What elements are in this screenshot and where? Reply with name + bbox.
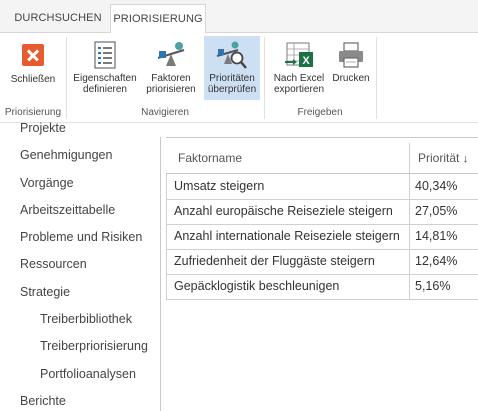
nav-item-arbeitszeittabelle[interactable]: Arbeitszeittabelle xyxy=(20,203,115,217)
nav-item-strategie[interactable]: Strategie xyxy=(20,285,70,299)
prioritize-factors-label-1: Faktoren xyxy=(151,73,191,84)
nav-item-vorgaenge[interactable]: Vorgänge xyxy=(20,176,74,190)
table-row[interactable]: Anzahl internationale Reiseziele steiger… xyxy=(166,224,478,249)
prioritize-factors-button[interactable]: Faktoren priorisieren xyxy=(140,36,202,100)
factor-name-cell: Anzahl europäische Reiseziele steigern xyxy=(174,204,393,218)
group-label-freigeben: Freigeben xyxy=(297,107,343,118)
close-button[interactable]: Schließen xyxy=(4,36,62,100)
factor-name-cell: Umsatz steigern xyxy=(174,179,265,193)
print-button[interactable]: Drucken xyxy=(330,36,372,100)
priority-cell: 14,81% xyxy=(415,229,458,243)
nav-item-projekte[interactable]: Projekte xyxy=(20,121,66,135)
table-row[interactable]: Gepäcklogistik beschleunigen 5,16% xyxy=(166,274,478,299)
priority-cell: 40,34% xyxy=(415,179,458,193)
table-row[interactable]: Anzahl europäische Reiseziele steigern 2… xyxy=(166,199,478,224)
header-separator xyxy=(409,143,410,173)
nav-item-treiberpriorisierung[interactable]: Treiberpriorisierung xyxy=(40,339,148,353)
group-label-priorisierung: Priorisierung xyxy=(4,107,62,118)
factor-name-cell: Zufriedenheit der Fluggäste steigern xyxy=(174,254,375,268)
print-label: Drucken xyxy=(332,73,370,84)
export-excel-button[interactable]: X Nach Excel exportieren xyxy=(268,36,330,100)
export-excel-label-2: exportieren xyxy=(273,84,325,95)
priority-cell: 27,05% xyxy=(415,204,458,218)
review-priorities-label-2: überprüfen xyxy=(207,84,257,95)
table-row[interactable]: Umsatz steigern 40,34% xyxy=(166,174,478,199)
define-properties-label-2: definieren xyxy=(83,84,127,95)
factor-name-cell: Gepäcklogistik beschleunigen xyxy=(174,279,340,293)
printer-icon xyxy=(335,40,367,70)
prioritize-factors-label-2: priorisieren xyxy=(146,84,196,95)
tab-durchsuchen[interactable]: DURCHSUCHEN xyxy=(9,4,107,33)
ribbon-tab-strip: DURCHSUCHEN PRIORISIERUNG xyxy=(0,0,478,34)
properties-icon xyxy=(89,40,121,70)
review-priorities-icon xyxy=(216,40,248,70)
nav-item-treiberbibliothek[interactable]: Treiberbibliothek xyxy=(40,312,132,326)
define-properties-button[interactable]: Eigenschaften definieren xyxy=(72,36,138,100)
review-priorities-button[interactable]: Prioritäten überprüfen xyxy=(204,36,260,100)
group-label-navigieren: Navigieren xyxy=(141,107,189,118)
priority-cell: 5,16% xyxy=(415,279,451,293)
factor-name-cell: Anzahl internationale Reiseziele steiger… xyxy=(174,229,400,243)
column-header-prioritaet[interactable]: Priorität ↓ xyxy=(418,143,468,173)
table-row[interactable]: Zufriedenheit der Fluggäste steigern 12,… xyxy=(166,249,478,274)
nav-item-portfolioanalysen[interactable]: Portfolioanalysen xyxy=(40,367,136,381)
table-top-border xyxy=(166,137,478,138)
prioritize-factors-icon xyxy=(155,40,187,70)
define-properties-label-1: Eigenschaften xyxy=(73,73,137,84)
priority-cell: 12,64% xyxy=(415,254,458,268)
nav-item-genehmigungen[interactable]: Genehmigungen xyxy=(20,148,112,162)
nav-divider xyxy=(160,137,161,411)
review-priorities-label-1: Prioritäten xyxy=(209,73,255,84)
tab-priorisierung[interactable]: PRIORISIERUNG xyxy=(110,4,206,34)
ribbon: Schließen Priorisierung Eigenschaften de… xyxy=(0,33,478,123)
close-button-label: Schließen xyxy=(10,74,56,85)
svg-text:X: X xyxy=(302,55,310,67)
group-separator xyxy=(376,37,377,119)
nav-item-probleme-und-risiken[interactable]: Probleme und Risiken xyxy=(20,230,142,244)
close-icon xyxy=(22,44,44,66)
column-header-faktorname[interactable]: Faktorname xyxy=(178,143,242,173)
column-header-prioritaet-label: Priorität xyxy=(418,151,460,165)
sort-descending-icon: ↓ xyxy=(462,153,469,165)
row-border xyxy=(166,299,478,300)
nav-item-ressourcen[interactable]: Ressourcen xyxy=(20,257,87,271)
excel-icon: X xyxy=(283,40,315,70)
export-excel-label-1: Nach Excel xyxy=(273,73,325,84)
nav-item-berichte[interactable]: Berichte xyxy=(20,394,66,408)
